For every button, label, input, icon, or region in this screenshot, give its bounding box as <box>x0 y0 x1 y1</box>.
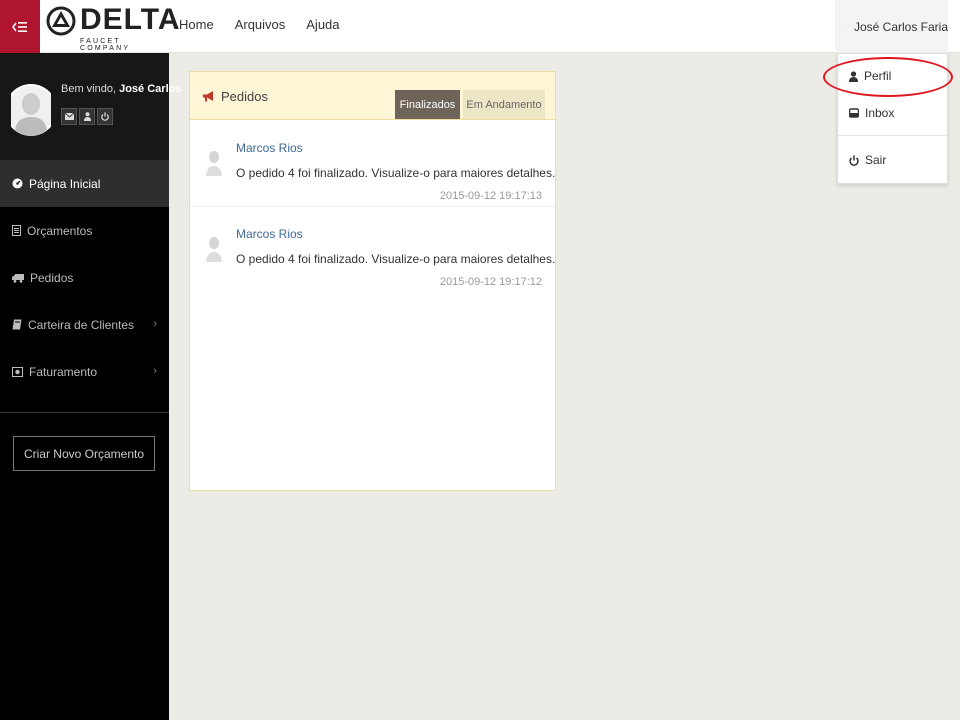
avatar <box>205 146 223 178</box>
sidebar-item-orcamentos[interactable]: Orçamentos <box>0 207 169 254</box>
logout-button[interactable] <box>97 108 113 125</box>
menu-collapse-icon <box>12 21 27 32</box>
top-bar: DELTA FAUCET COMPANY Home Arquivos Ajuda… <box>0 0 960 53</box>
chevron-right-icon: › <box>153 318 157 330</box>
megaphone-icon <box>203 91 213 102</box>
document-icon <box>12 225 21 236</box>
welcome-text: Bem vindo, José Carlos <box>61 83 181 95</box>
top-nav: Home Arquivos Ajuda <box>179 17 340 32</box>
dashboard-icon <box>12 178 23 189</box>
user-avatar-icon <box>845 25 846 28</box>
avatar <box>11 84 51 136</box>
dropdown-item-label: Inbox <box>865 106 895 120</box>
orders-panel: Pedidos Finalizados Em Andamento Marcos … <box>189 71 556 491</box>
sidebar-item-carteira-de-clientes[interactable]: Carteira de Clientes › <box>0 301 169 348</box>
power-icon <box>101 112 109 121</box>
envelope-icon <box>64 113 74 120</box>
delta-logo-icon <box>46 6 76 36</box>
brand-name: DELTA <box>80 3 181 36</box>
avatar <box>205 232 223 264</box>
sidebar: Bem vindo, José Carlos Página Inicial Or… <box>0 53 181 720</box>
nav-arquivos-link[interactable]: Arquivos <box>235 17 286 32</box>
sidebar-profile: Bem vindo, José Carlos <box>0 53 181 160</box>
chevron-right-icon: › <box>153 365 157 377</box>
dropdown-item-inbox[interactable]: Inbox <box>838 99 947 127</box>
user-icon <box>83 112 91 121</box>
book-icon <box>12 319 22 330</box>
sidebar-menu: Página Inicial Orçamentos Pedidos Cartei… <box>0 160 169 395</box>
create-budget-button[interactable]: Criar Novo Orçamento <box>13 436 155 471</box>
brand-tagline: FAUCET COMPANY <box>80 38 131 52</box>
sidebar-item-label: Orçamentos <box>27 223 93 238</box>
panel-header: Pedidos Finalizados Em Andamento <box>190 72 555 120</box>
list-item[interactable]: Marcos Rios O pedido 4 foi finalizado. V… <box>190 121 555 207</box>
message-text: O pedido 4 foi finalizado. Visualize-o p… <box>236 166 556 180</box>
message-timestamp: 2015-09-12 19:17:12 <box>439 276 542 288</box>
sidebar-item-label: Página Inicial <box>29 176 101 191</box>
message-timestamp: 2015-09-12 19:17:13 <box>439 190 542 202</box>
logo[interactable]: DELTA FAUCET COMPANY <box>46 3 180 52</box>
welcome-name: José Carlos <box>119 83 182 95</box>
tab-finalizados[interactable]: Finalizados <box>395 90 460 119</box>
sidebar-item-pedidos[interactable]: Pedidos <box>0 254 169 301</box>
message-text: O pedido 4 foi finalizado. Visualize-o p… <box>236 252 556 266</box>
dropdown-item-sair[interactable]: Sair <box>838 146 947 174</box>
profile-actions <box>61 108 115 125</box>
sidebar-toggle-button[interactable] <box>0 0 40 53</box>
nav-ajuda-link[interactable]: Ajuda <box>306 17 339 32</box>
sidebar-item-faturamento[interactable]: Faturamento › <box>0 348 169 395</box>
inbox-icon <box>849 108 859 118</box>
dropdown-divider <box>838 135 947 136</box>
sidebar-item-label: Pedidos <box>30 270 74 285</box>
nav-home-link[interactable]: Home <box>179 17 214 32</box>
sidebar-item-label: Faturamento <box>29 364 98 379</box>
dropdown-item-label: Sair <box>865 153 887 167</box>
money-icon <box>12 366 23 377</box>
welcome-prefix: Bem vindo, <box>61 83 117 95</box>
user-name: José Carlos Faria <box>853 19 948 34</box>
message-author[interactable]: Marcos Rios <box>236 141 303 155</box>
message-author[interactable]: Marcos Rios <box>236 227 303 241</box>
power-icon <box>849 155 859 166</box>
list-item[interactable]: Marcos Rios O pedido 4 foi finalizado. V… <box>190 207 555 293</box>
panel-title-text: Pedidos <box>221 89 268 104</box>
panel-title: Pedidos <box>203 89 268 104</box>
user-menu-button[interactable]: José Carlos Faria <box>835 0 948 53</box>
sidebar-divider <box>0 412 169 413</box>
sidebar-item-pagina-inicial[interactable]: Página Inicial <box>0 160 169 207</box>
tab-em-andamento[interactable]: Em Andamento <box>463 90 545 119</box>
profile-button[interactable] <box>79 108 95 125</box>
perfil-highlight-ellipse <box>823 57 953 97</box>
messages-button[interactable] <box>61 108 77 125</box>
truck-icon <box>12 273 24 283</box>
sidebar-item-label: Carteira de Clientes <box>28 317 135 332</box>
